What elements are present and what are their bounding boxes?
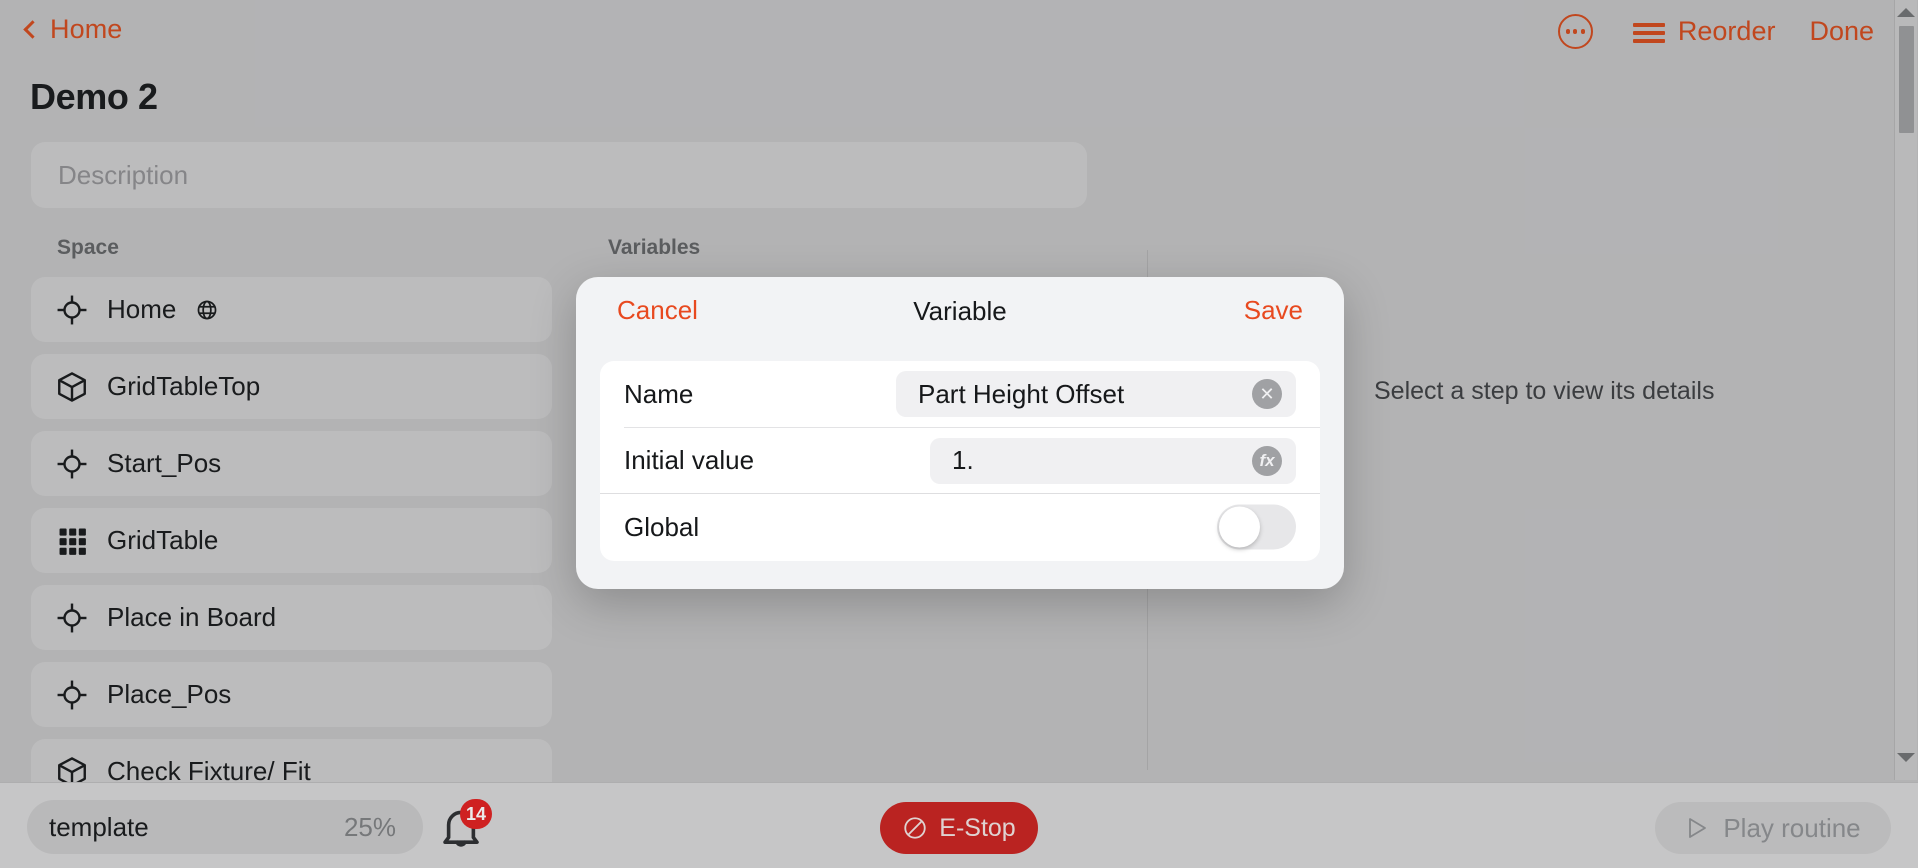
initial-value-input[interactable]: 1. fx	[930, 437, 1296, 484]
app-window: Home Reorder Done Demo 2 Description Spa…	[0, 0, 1918, 868]
modal-title: Variable	[913, 296, 1007, 326]
toggle-knob	[1219, 506, 1260, 548]
fx-icon[interactable]: fx	[1252, 445, 1282, 476]
save-button[interactable]: Save	[1244, 295, 1303, 326]
clear-circle-icon[interactable]: ✕	[1252, 379, 1282, 409]
name-field-label: Name	[624, 378, 694, 409]
variable-modal: Cancel Variable Save Name Part Height Of…	[576, 277, 1344, 589]
initial-value-field-label: Initial value	[624, 445, 755, 476]
form-row-name: Name Part Height Offset ✕	[600, 361, 1320, 428]
initial-value-input-value: 1.	[952, 445, 974, 476]
name-input[interactable]: Part Height Offset ✕	[896, 371, 1296, 417]
form-row-initial-value: Initial value 1. fx	[600, 428, 1320, 495]
modal-header: Cancel Variable Save	[576, 277, 1344, 343]
global-field-label: Global	[624, 511, 700, 542]
global-toggle[interactable]	[1217, 504, 1296, 550]
form-row-global: Global	[600, 494, 1320, 561]
name-input-value: Part Height Offset	[918, 378, 1125, 409]
variable-form-card: Name Part Height Offset ✕ Initial value …	[600, 361, 1320, 561]
